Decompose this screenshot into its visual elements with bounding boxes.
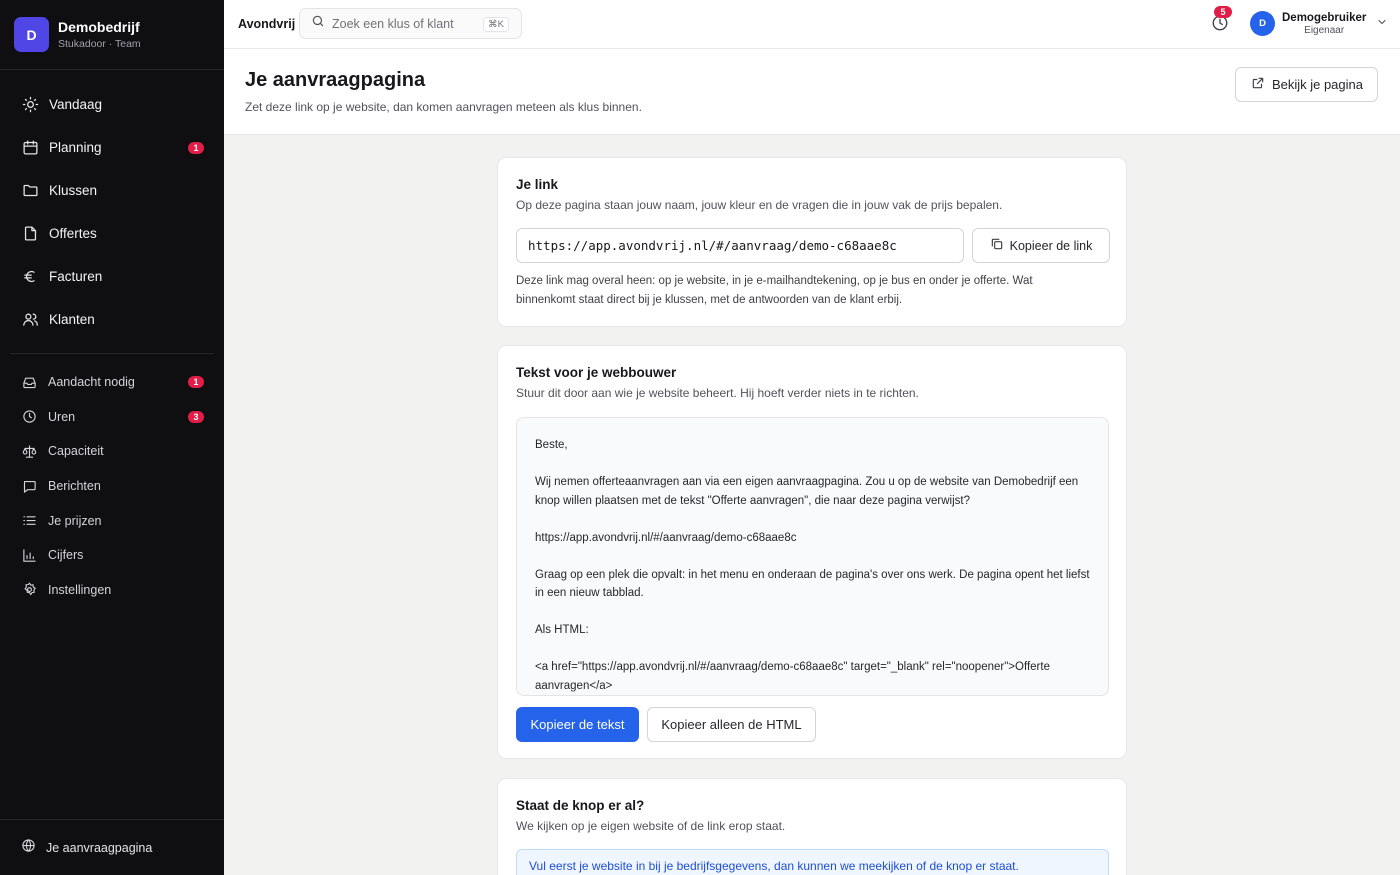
sidebar-item-planning[interactable]: Planning 1 bbox=[10, 126, 214, 169]
sidebar-item-label: Facturen bbox=[49, 269, 103, 284]
card-description: We kijken op je eigen website of de link… bbox=[516, 819, 786, 833]
copy-link-button[interactable]: Kopieer de link bbox=[972, 228, 1110, 263]
sidebar-item-label: Klussen bbox=[49, 183, 98, 198]
sidebar-item-label: Cijfers bbox=[48, 548, 84, 563]
link-card: Je link Op deze pagina staan jouw naam, … bbox=[497, 157, 1127, 327]
users-icon bbox=[21, 311, 39, 329]
sun-icon bbox=[21, 96, 39, 114]
inbox-icon bbox=[21, 374, 37, 390]
sidebar-item-label: Je prijzen bbox=[48, 513, 102, 528]
page-subtitle: Zet deze link op je website, dan komen a… bbox=[245, 100, 642, 114]
sidebar-item-label: Berichten bbox=[48, 479, 101, 494]
sidebar-item-label: Instellingen bbox=[48, 582, 112, 597]
card-description: Op deze pagina staan jouw naam, jouw kle… bbox=[516, 198, 1003, 212]
clock-icon bbox=[1211, 15, 1229, 36]
page-title: Je aanvraagpagina bbox=[245, 69, 426, 91]
sidebar-item-label: Uren bbox=[48, 409, 76, 424]
sidebar-item-facturen[interactable]: Facturen bbox=[10, 255, 214, 298]
search-icon bbox=[311, 14, 325, 33]
clock-icon bbox=[21, 409, 37, 425]
sidebar-item-label: Aandacht nodig bbox=[48, 375, 135, 390]
message-line: <a href="https://app.avondvrij.nl/#/aanv… bbox=[535, 661, 1050, 692]
main-nav: Vandaag Planning 1 Klussen Offertes Fact… bbox=[10, 83, 214, 341]
sidebar-item-aandacht-nodig[interactable]: Aandacht nodig 1 bbox=[10, 365, 214, 400]
copy-icon bbox=[990, 237, 1004, 254]
card-title: Tekst voor je webbouwer bbox=[516, 365, 677, 380]
brand-switcher[interactable]: D Demobedrijf Stukadoor · Team bbox=[0, 0, 224, 70]
sidebar-item-vandaag[interactable]: Vandaag bbox=[10, 83, 214, 126]
calendar-icon bbox=[21, 139, 39, 157]
sidebar-item-uren[interactable]: Uren 3 bbox=[10, 400, 214, 435]
sidebar-item-klanten[interactable]: Klanten bbox=[10, 298, 214, 341]
message-line: Als HTML: bbox=[535, 624, 589, 636]
secondary-nav: Aandacht nodig 1 Uren 3 Capaciteit Beric… bbox=[10, 365, 214, 607]
sidebar-item-capaciteit[interactable]: Capaciteit bbox=[10, 434, 214, 469]
brand-avatar: D bbox=[14, 17, 49, 52]
copy-link-label: Kopieer de link bbox=[1009, 238, 1093, 253]
brand-name: Demobedrijf bbox=[58, 19, 140, 35]
file-icon bbox=[21, 225, 39, 243]
sidebar-item-cijfers[interactable]: Cijfers bbox=[10, 538, 214, 573]
sidebar-item-instellingen[interactable]: Instellingen bbox=[10, 573, 214, 608]
webbuilder-card: Tekst voor je webbouwer Stuur dit door a… bbox=[497, 345, 1127, 759]
external-link-icon bbox=[1251, 76, 1265, 93]
brand-subtitle: Stukadoor · Team bbox=[58, 38, 141, 50]
card-title: Staat de knop er al? bbox=[516, 798, 645, 813]
sidebar-item-label: Vandaag bbox=[49, 97, 103, 112]
copy-text-button[interactable]: Kopieer de tekst bbox=[516, 707, 639, 742]
sidebar: D Demobedrijf Stukadoor · Team Vandaag P… bbox=[0, 0, 224, 875]
view-page-label: Bekijk je pagina bbox=[1271, 77, 1363, 92]
message-line: Wij nemen offerteaanvragen aan via een e… bbox=[535, 476, 1079, 507]
search-placeholder: Zoek een klus of klant bbox=[332, 16, 454, 31]
avatar: D bbox=[1250, 11, 1275, 36]
message-icon bbox=[21, 478, 37, 494]
page-header: Je aanvraagpagina Zet deze link op je we… bbox=[224, 49, 1400, 135]
list-icon bbox=[21, 513, 37, 529]
link-note: Deze link mag overal heen: op je website… bbox=[516, 275, 1033, 306]
message-line: Beste, bbox=[535, 439, 568, 451]
notification-badge: 5 bbox=[1214, 6, 1232, 18]
view-page-button[interactable]: Bekijk je pagina bbox=[1234, 67, 1378, 102]
globe-icon bbox=[21, 838, 36, 858]
app-name: Avondvrij bbox=[238, 17, 296, 31]
sidebar-item-klussen[interactable]: Klussen bbox=[10, 169, 214, 212]
sidebar-item-label: Offertes bbox=[49, 226, 97, 241]
bar-chart-icon bbox=[21, 547, 37, 563]
sidebar-item-je-prijzen[interactable]: Je prijzen bbox=[10, 503, 214, 538]
user-menu[interactable]: D Demogebruiker Eigenaar bbox=[1250, 11, 1388, 36]
user-name: Demogebruiker bbox=[1282, 11, 1367, 24]
chevron-down-icon bbox=[1376, 15, 1388, 33]
sidebar-item-label: Planning bbox=[49, 140, 102, 155]
count-badge: 3 bbox=[188, 410, 204, 423]
euro-icon bbox=[21, 268, 39, 286]
search-input[interactable]: Zoek een klus of klant ⌘K bbox=[299, 8, 522, 39]
message-line: https://app.avondvrij.nl/#/aanvraag/demo… bbox=[535, 531, 797, 544]
scale-icon bbox=[21, 443, 37, 459]
gear-icon bbox=[21, 582, 37, 598]
count-badge: 1 bbox=[188, 141, 204, 154]
sidebar-item-offertes[interactable]: Offertes bbox=[10, 212, 214, 255]
count-badge: 1 bbox=[188, 376, 204, 389]
card-description: Stuur dit door aan wie je website beheer… bbox=[516, 386, 919, 400]
copy-html-button[interactable]: Kopieer alleen de HTML bbox=[647, 707, 816, 742]
sidebar-item-je-aanvraagpagina[interactable]: Je aanvraagpagina bbox=[0, 819, 224, 875]
topbar: Avondvrij Zoek een klus of klant ⌘K 5 D … bbox=[224, 0, 1400, 49]
sidebar-item-label: Je aanvraagpagina bbox=[46, 840, 153, 855]
info-alert: Vul eerst je website in bij je bedrijfsg… bbox=[516, 849, 1109, 875]
message-line: Graag op een plek die opvalt: in het men… bbox=[535, 568, 1090, 600]
folder-icon bbox=[21, 182, 39, 200]
user-role: Eigenaar bbox=[1304, 24, 1345, 36]
sidebar-divider bbox=[10, 353, 214, 354]
sidebar-item-berichten[interactable]: Berichten bbox=[10, 469, 214, 504]
check-card: Staat de knop er al? We kijken op je eig… bbox=[497, 778, 1127, 875]
link-field[interactable]: https://app.avondvrij.nl/#/aanvraag/demo… bbox=[516, 228, 964, 263]
search-shortcut: ⌘K bbox=[483, 17, 509, 32]
message-textarea[interactable]: Beste, Wij nemen offerteaanvragen aan vi… bbox=[516, 417, 1109, 696]
sidebar-item-label: Capaciteit bbox=[48, 444, 104, 459]
card-title: Je link bbox=[516, 177, 559, 192]
sidebar-item-label: Klanten bbox=[49, 312, 95, 327]
